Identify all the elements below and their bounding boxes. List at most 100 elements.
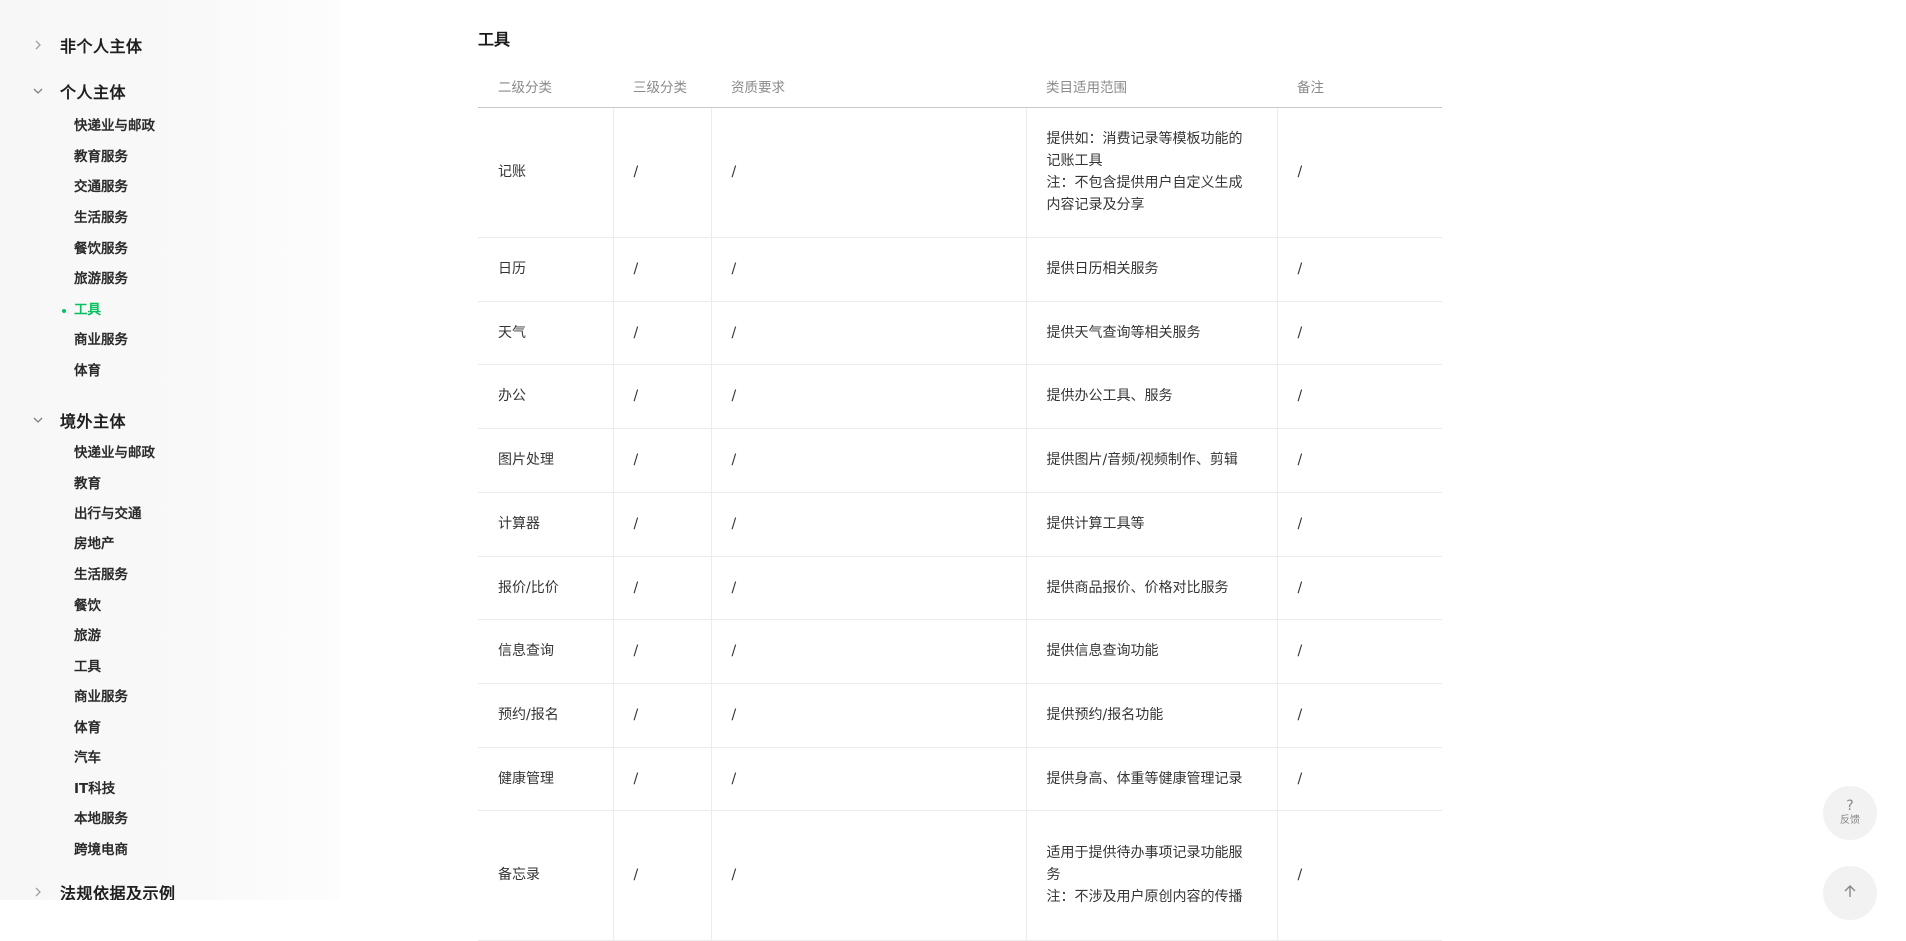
nav-item-personal-express[interactable]: 快递业与邮政 bbox=[74, 115, 155, 137]
active-indicator-dot bbox=[62, 309, 66, 313]
scope-text-line: 注：不包含提供用户自定义生成 bbox=[1046, 175, 1243, 191]
nav-item-personal-sports[interactable]: 体育 bbox=[74, 360, 101, 382]
scope-text-line: 注：不涉及用户原创内容的传播 bbox=[1046, 889, 1243, 905]
table-cell: / bbox=[710, 810, 1026, 941]
table-cell: / bbox=[612, 237, 711, 302]
nav-item-overseas-tools[interactable]: 工具 bbox=[74, 656, 101, 678]
table-cell: / bbox=[710, 428, 1026, 493]
table-cell: 提供身高、体重等健康管理记录 bbox=[1025, 747, 1277, 811]
table-cell: / bbox=[612, 747, 711, 811]
nav-item-overseas-food[interactable]: 餐饮 bbox=[74, 595, 101, 617]
nav-item-personal-business[interactable]: 商业服务 bbox=[74, 329, 128, 351]
table-cell: 计算器 bbox=[478, 492, 613, 557]
nav-item-personal-travel[interactable]: 旅游服务 bbox=[74, 268, 128, 290]
column-header: 三级分类 bbox=[613, 65, 711, 108]
table-cell: / bbox=[1276, 301, 1442, 365]
table-row: 天气 / / 提供天气查询等相关服务 / bbox=[478, 301, 1442, 365]
section-title: 工具 bbox=[478, 30, 511, 49]
table-cell: / bbox=[612, 301, 711, 365]
table-cell: / bbox=[710, 492, 1026, 557]
table-cell: 备忘录 bbox=[478, 810, 613, 941]
table-cell: 记账 bbox=[478, 107, 613, 238]
table-cell: / bbox=[612, 492, 711, 557]
column-header: 资质要求 bbox=[711, 65, 1026, 108]
table-cell: 提供商品报价、价格对比服务 bbox=[1025, 556, 1277, 620]
nav-item-overseas-education[interactable]: 教育 bbox=[74, 473, 101, 495]
table-cell: / bbox=[612, 810, 711, 941]
table-cell: 健康管理 bbox=[478, 747, 613, 811]
nav-item-personal-transport[interactable]: 交通服务 bbox=[74, 176, 128, 198]
nav-item-overseas-it[interactable]: IT科技 bbox=[74, 778, 115, 800]
table-cell: / bbox=[710, 683, 1026, 748]
table-row: 备忘录 / / 适用于提供待办事项记录功能服务注：不涉及用户原创内容的传播 / bbox=[478, 810, 1442, 941]
table-cell: 提供计算工具等 bbox=[1025, 492, 1277, 557]
table-row: 报价/比价 / / 提供商品报价、价格对比服务 / bbox=[478, 556, 1442, 620]
table-row: 预约/报名 / / 提供预约/报名功能 / bbox=[478, 683, 1442, 748]
table-row: 健康管理 / / 提供身高、体重等健康管理记录 / bbox=[478, 747, 1442, 811]
table-cell: / bbox=[710, 364, 1026, 429]
nav-item-overseas-local[interactable]: 本地服务 bbox=[74, 808, 128, 830]
table-cell: / bbox=[1276, 556, 1442, 620]
column-header: 二级分类 bbox=[478, 65, 613, 108]
table-cell: 图片处理 bbox=[478, 428, 613, 493]
nav-group-title: 非个人主体 bbox=[60, 37, 143, 56]
table-cell: 办公 bbox=[478, 364, 613, 429]
scope-text-line: 提供图片/音频/视频制作、剪辑 bbox=[1046, 452, 1238, 468]
scope-text-line: 务 bbox=[1046, 867, 1061, 883]
nav-item-personal-food[interactable]: 餐饮服务 bbox=[74, 238, 128, 260]
column-header: 备注 bbox=[1277, 65, 1442, 108]
nav-item-overseas-express[interactable]: 快递业与邮政 bbox=[74, 442, 155, 464]
scope-text-line: 内容记录及分享 bbox=[1046, 197, 1145, 213]
chevron-right-icon bbox=[32, 39, 44, 51]
nav-item-overseas-travel[interactable]: 旅游 bbox=[74, 625, 101, 647]
nav-item-personal-education[interactable]: 教育服务 bbox=[74, 146, 128, 168]
chevron-down-icon bbox=[32, 414, 44, 426]
nav-group-personal[interactable]: 个人主体 bbox=[0, 76, 340, 106]
back-to-top-button[interactable] bbox=[1823, 866, 1877, 920]
nav-item-overseas-business[interactable]: 商业服务 bbox=[74, 686, 128, 708]
nav-item-personal-life[interactable]: 生活服务 bbox=[74, 207, 128, 229]
nav-group-non-personal[interactable]: 非个人主体 bbox=[0, 30, 340, 60]
nav-item-overseas-life[interactable]: 生活服务 bbox=[74, 564, 128, 586]
feedback-label: 反馈 bbox=[1840, 815, 1860, 826]
table-cell: 报价/比价 bbox=[478, 556, 613, 620]
nav-item-overseas-sports[interactable]: 体育 bbox=[74, 717, 101, 739]
table-row: 计算器 / / 提供计算工具等 / bbox=[478, 492, 1442, 557]
scope-text-line: 适用于提供待办事项记录功能服 bbox=[1046, 845, 1243, 861]
table-cell: / bbox=[1276, 619, 1442, 684]
nav-item-personal-tools[interactable]: 工具 bbox=[74, 299, 101, 321]
chevron-down-icon bbox=[32, 85, 44, 97]
column-header: 类目适用范围 bbox=[1026, 65, 1277, 108]
scope-text-line: 提供如：消费记录等模板功能的 bbox=[1046, 131, 1243, 147]
chevron-right-icon bbox=[32, 886, 44, 898]
table-cell: / bbox=[1276, 237, 1442, 302]
nav-group-overseas[interactable]: 境外主体 bbox=[0, 405, 340, 435]
table-cell: 提供预约/报名功能 bbox=[1025, 683, 1277, 748]
main-content: 工具 二级分类 三级分类 资质要求 类目适用范围 备注 记账 / / 提供如：消费记录… bbox=[478, 0, 1442, 941]
table-cell: / bbox=[1276, 492, 1442, 557]
nav-item-overseas-auto[interactable]: 汽车 bbox=[74, 747, 101, 769]
table-row: 办公 / / 提供办公工具、服务 / bbox=[478, 364, 1442, 429]
table-cell: / bbox=[710, 107, 1026, 238]
table-cell: 提供信息查询功能 bbox=[1025, 619, 1277, 684]
nav-item-overseas-crossborder[interactable]: 跨境电商 bbox=[74, 839, 128, 861]
feedback-button[interactable]: ? 反馈 bbox=[1823, 786, 1877, 840]
table-cell: / bbox=[1276, 107, 1442, 238]
table-cell: / bbox=[612, 428, 711, 493]
table-row: 日历 / / 提供日历相关服务 / bbox=[478, 237, 1442, 302]
scope-text-line: 提供计算工具等 bbox=[1046, 516, 1145, 532]
scope-text-line: 提供身高、体重等健康管理记录 bbox=[1046, 770, 1243, 787]
nav-item-overseas-realestate[interactable]: 房地产 bbox=[74, 533, 115, 555]
table-cell: 提供如：消费记录等模板功能的 记账工具注：不包含提供用户自定义生成 内容记录及分享 bbox=[1025, 107, 1277, 238]
scope-text-line: 记账工具 bbox=[1046, 153, 1103, 169]
nav-group-regulations[interactable]: 法规依据及示例 bbox=[0, 877, 340, 900]
nav-item-overseas-transport[interactable]: 出行与交通 bbox=[74, 503, 142, 525]
table-cell: 预约/报名 bbox=[478, 683, 613, 748]
table-body: 记账 / / 提供如：消费记录等模板功能的 记账工具 注：不包含提供用户自定义生成 内容记录… bbox=[478, 107, 1442, 941]
table-cell: / bbox=[612, 364, 711, 429]
table-cell: / bbox=[1276, 810, 1442, 941]
question-icon: ? bbox=[1846, 798, 1854, 814]
table-cell: / bbox=[710, 556, 1026, 620]
table-cell: / bbox=[710, 619, 1026, 684]
table-cell: 提供日历相关服务 bbox=[1025, 237, 1277, 302]
